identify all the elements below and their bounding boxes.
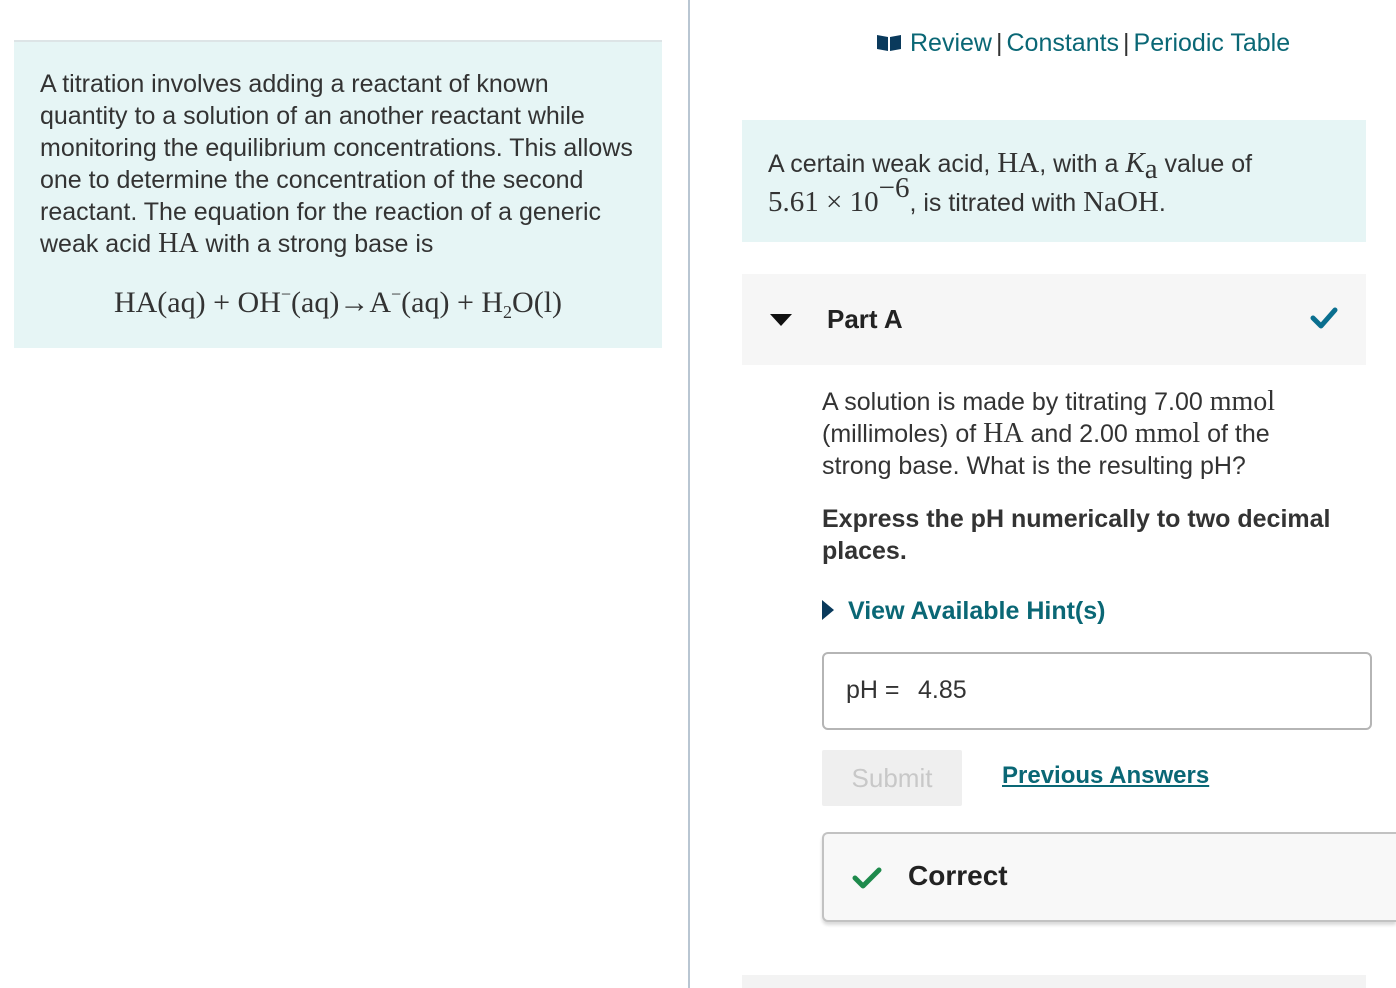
ka-symbol: K: [1125, 147, 1145, 179]
part-a-header[interactable]: Part A: [742, 274, 1366, 365]
reaction-equation: HA(aq) + OH−(aq)→A−(aq) + H2O(l): [40, 284, 636, 322]
problem-statement: A certain weak acid, HA, with a Ka value…: [742, 120, 1366, 242]
equation-term: H: [481, 286, 504, 319]
acid-symbol: HA: [997, 147, 1040, 179]
unit: mmol: [1134, 418, 1201, 449]
constants-link[interactable]: Constants: [1006, 29, 1119, 57]
book-icon: [876, 27, 902, 61]
feedback-panel: Correct: [822, 832, 1396, 922]
answer-value[interactable]: 4.85: [918, 676, 967, 705]
view-hints-toggle[interactable]: View Available Hint(s): [822, 594, 1105, 629]
question-part: and 2.00: [1023, 420, 1135, 448]
problem-text: , with a: [1039, 150, 1126, 178]
caret-down-icon: [770, 314, 792, 333]
equation-term: OH: [237, 286, 281, 319]
equation-term: A: [369, 286, 391, 319]
equation-subscript: 2: [503, 302, 513, 322]
equation-operator: +: [205, 286, 238, 319]
acid-symbol: HA: [158, 228, 199, 259]
equation-operator: +: [449, 286, 482, 319]
review-link[interactable]: Review: [910, 29, 992, 57]
question-part: A solution is made by titrating 7.00: [822, 388, 1210, 416]
checkmark-icon: [1310, 306, 1338, 335]
submit-button[interactable]: Submit: [822, 750, 962, 806]
intro-text: A titration involves adding a reactant o…: [40, 68, 640, 260]
acid-symbol: HA: [983, 418, 1024, 449]
equation-charge: −: [391, 284, 402, 304]
periodic-table-link[interactable]: Periodic Table: [1134, 29, 1291, 57]
checkmark-icon: [852, 866, 882, 895]
equation-state: (aq): [291, 286, 340, 319]
next-section-edge: [742, 975, 1366, 988]
question-part: (millimoles) of: [822, 420, 984, 448]
answer-label: pH =: [846, 676, 900, 704]
link-separator: |: [1123, 29, 1130, 57]
intro-panel: A titration involves adding a reactant o…: [14, 40, 662, 348]
part-title: Part A: [827, 304, 903, 334]
caret-right-icon: [822, 595, 834, 629]
equation-term: O(l): [512, 286, 563, 319]
base-symbol: NaOH: [1083, 186, 1159, 218]
problem-text: value of: [1157, 150, 1253, 178]
equation-state: (aq): [401, 286, 450, 319]
equation-charge: −: [280, 284, 292, 304]
ka-value: 5.61 × 10: [768, 186, 879, 218]
unit: mmol: [1209, 386, 1276, 417]
resource-links: Review | Constants | Periodic Table: [876, 26, 1290, 61]
previous-answers-link[interactable]: Previous Answers: [1002, 762, 1209, 790]
equation-term: HA(aq): [113, 286, 206, 319]
intro-text-part: with a strong base is: [198, 230, 434, 258]
problem-text: .: [1158, 189, 1166, 217]
answer-field[interactable]: pH = 4.85: [822, 652, 1372, 730]
answer-instruction: Express the pH numerically to two decima…: [822, 505, 1331, 565]
hints-label: View Available Hint(s): [848, 597, 1106, 625]
link-separator: |: [995, 29, 1003, 57]
pane-divider: [688, 0, 690, 988]
ka-exponent: −6: [878, 172, 910, 204]
equation-arrow: →: [339, 286, 370, 319]
problem-text: , is titrated with: [909, 189, 1084, 217]
question-text: A solution is made by titrating 7.00 mmo…: [822, 386, 1322, 482]
ka-subscript: a: [1144, 153, 1158, 185]
feedback-text: Correct: [908, 860, 1008, 891]
